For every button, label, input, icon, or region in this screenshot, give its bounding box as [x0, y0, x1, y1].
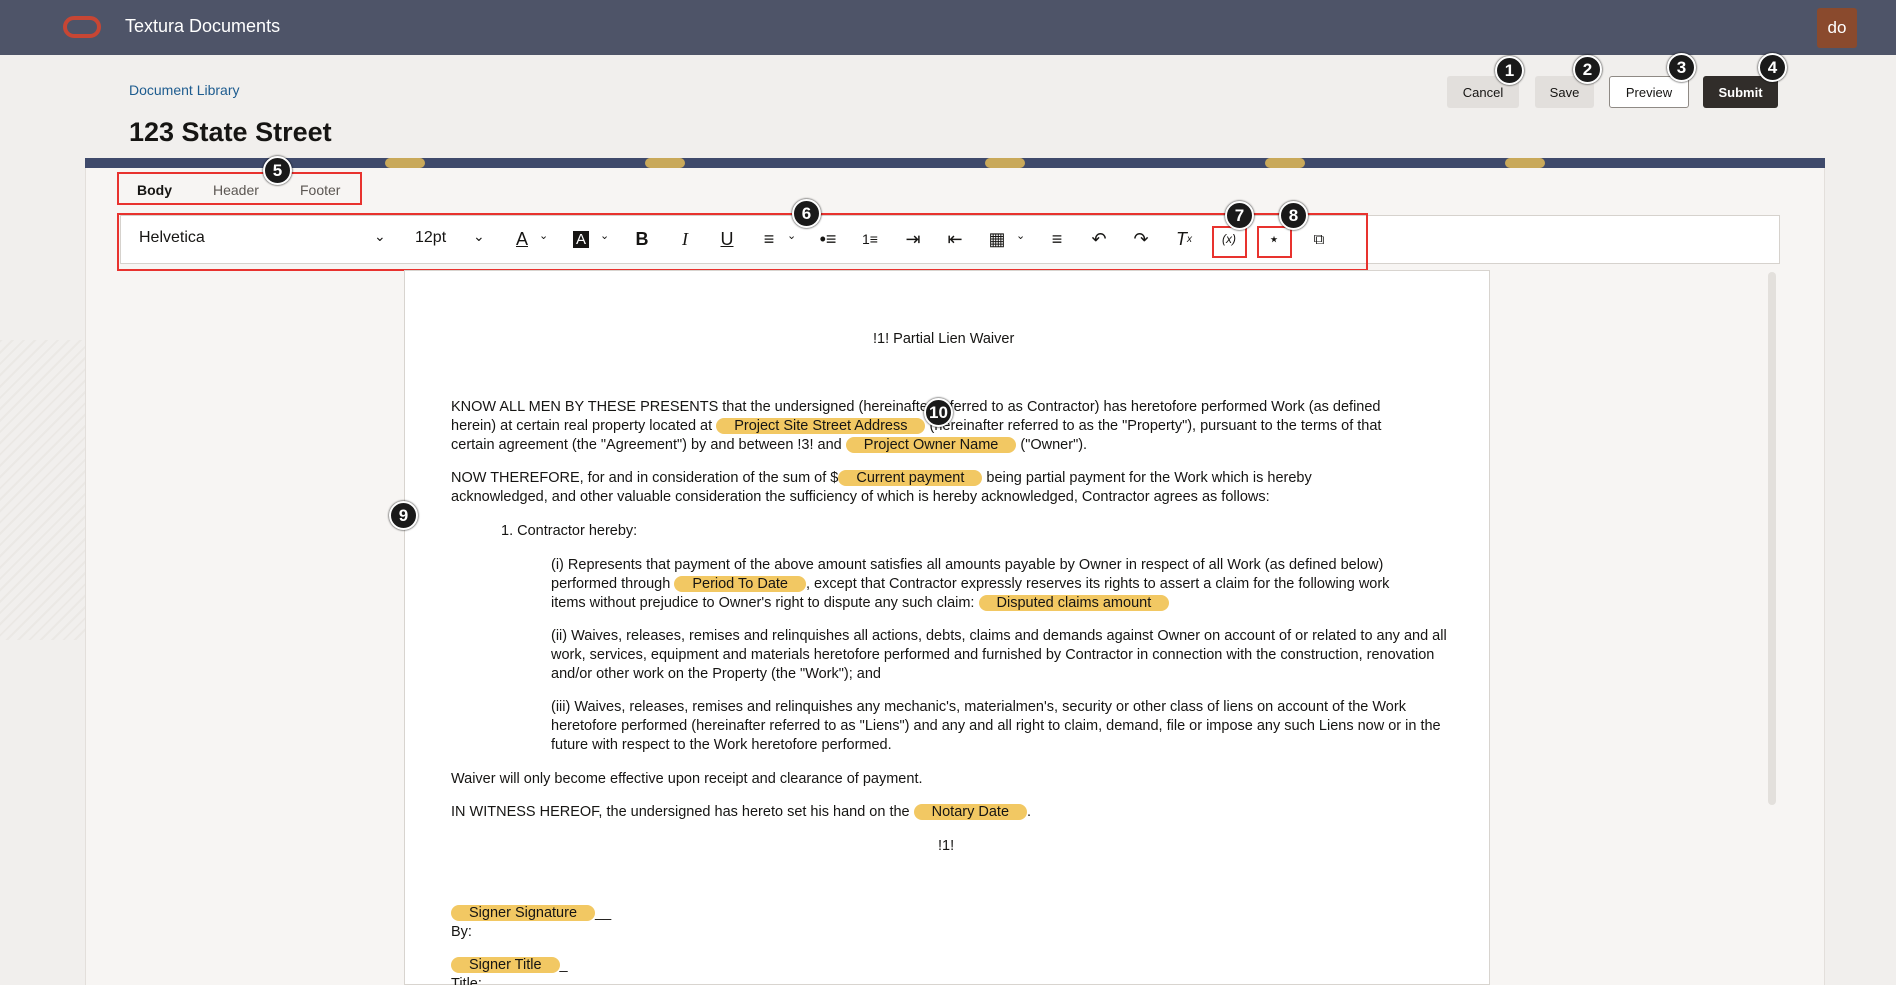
field-period-to-date[interactable]: Period To Date [674, 576, 806, 592]
background-pattern [0, 340, 85, 640]
callout-7: 7 [1225, 201, 1254, 230]
paragraph-line: performed through Period To Date, except… [551, 576, 1390, 592]
title-label: Title: [451, 976, 482, 985]
callout-6: 6 [792, 199, 821, 228]
by-label: By: [451, 924, 472, 940]
conditional-highlight-box [1257, 226, 1292, 258]
oracle-logo-icon[interactable] [63, 16, 101, 38]
field-notary-date[interactable]: Notary Date [913, 804, 1028, 820]
callout-10: 10 [924, 398, 953, 427]
witness-statement[interactable]: IN WITNESS HEREOF, the undersigned has h… [451, 803, 1031, 822]
callout-4: 4 [1758, 53, 1787, 82]
tabs-highlight-box [117, 172, 362, 205]
page-title: 123 State Street [129, 117, 332, 147]
document-scrollbar[interactable] [1768, 272, 1776, 805]
end-marker: !1! [938, 838, 955, 854]
paragraph-line: acknowledged, and other valuable conside… [451, 489, 1270, 505]
callout-8: 8 [1279, 201, 1308, 230]
paragraph-line: certain agreement (the "Agreement") by a… [451, 437, 1088, 453]
clause-ii[interactable]: (ii) Waives, releases, remises and relin… [551, 627, 1451, 684]
variable-highlight-box [1212, 226, 1247, 258]
document-title: !1! Partial Lien Waiver [873, 331, 1015, 347]
field-project-site-street-address[interactable]: Project Site Street Address [716, 418, 926, 434]
top-bar: Textura Documents do [0, 0, 1896, 55]
field-current-payment[interactable]: Current payment [838, 470, 983, 486]
callout-2: 2 [1573, 55, 1602, 84]
callout-9: 9 [389, 501, 418, 530]
field-disputed-claims-amount[interactable]: Disputed claims amount [978, 595, 1170, 611]
callout-5: 5 [263, 156, 292, 185]
waiver-statement[interactable]: Waiver will only become effective upon r… [451, 770, 923, 789]
callout-3: 3 [1667, 53, 1696, 82]
field-project-owner-name[interactable]: Project Owner Name [845, 437, 1017, 453]
clause-i[interactable]: (i) Represents that payment of the above… [551, 556, 1451, 613]
breadcrumb-document-library[interactable]: Document Library [129, 82, 240, 98]
paragraph-now-therefore[interactable]: NOW THEREFORE, for and in consideration … [451, 469, 1451, 507]
callout-1: 1 [1495, 56, 1524, 85]
field-signer-signature[interactable]: Signer Signature [451, 905, 596, 921]
app-title: Textura Documents [125, 16, 281, 36]
paragraph-line: (i) Represents that payment of the above… [551, 557, 1384, 573]
paragraph-line: items without prejudice to Owner's right… [551, 594, 1451, 613]
paragraph-line: NOW THEREFORE, for and in consideration … [451, 470, 1312, 486]
field-signer-title[interactable]: Signer Title [451, 957, 560, 973]
list-item-contractor-hereby[interactable]: 1. Contractor hereby: [501, 522, 637, 541]
clause-iii[interactable]: (iii) Waives, releases, remises and reli… [551, 698, 1451, 755]
signature-line[interactable]: Signer Signature __ [451, 904, 611, 923]
user-avatar[interactable]: do [1817, 8, 1857, 48]
signer-title-line[interactable]: Signer Title _ [451, 956, 568, 975]
decorative-banner [85, 158, 1825, 168]
toolbar-highlight-box [117, 213, 1368, 271]
